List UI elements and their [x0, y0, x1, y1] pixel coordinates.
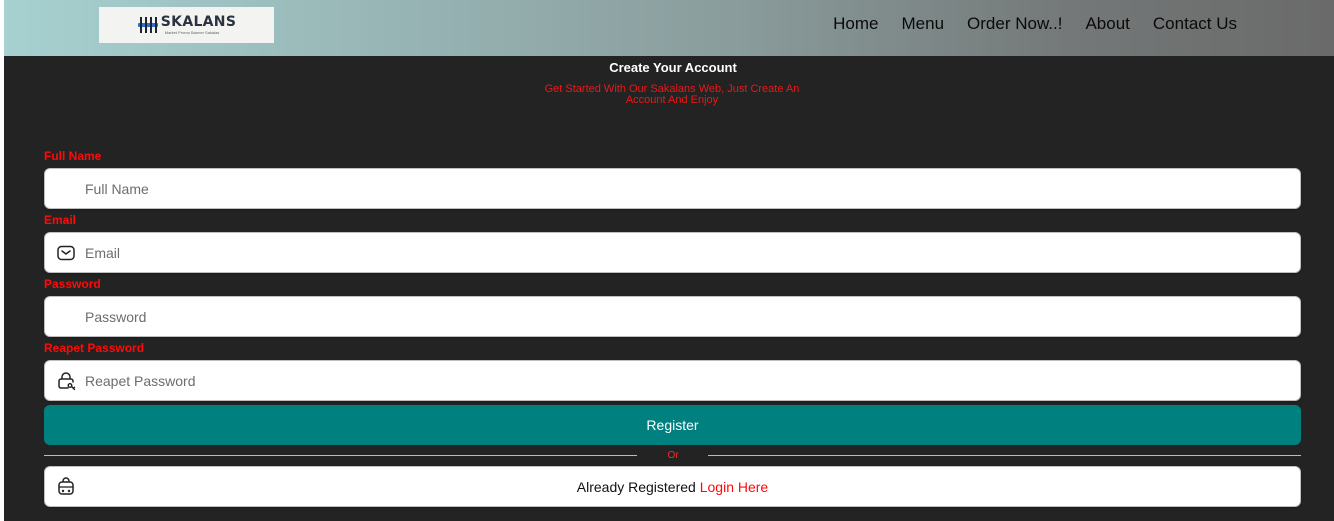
password-label: Password: [44, 277, 101, 291]
email-label: Email: [44, 213, 77, 227]
divider-line-left: [44, 455, 637, 456]
already-registered-text: Already Registered Login Here: [45, 479, 1300, 495]
register-button[interactable]: Register: [44, 405, 1301, 445]
email-input[interactable]: [85, 233, 1285, 272]
divider-line-right: [708, 455, 1301, 456]
login-box: Already Registered Login Here: [44, 466, 1301, 507]
page-title: Create Your Account: [609, 60, 737, 75]
mail-icon: [57, 245, 75, 261]
divider-or: Or: [667, 450, 679, 461]
nav-order-now[interactable]: Order Now..!: [967, 14, 1062, 34]
repeat-password-input[interactable]: [85, 361, 1285, 400]
cutlery-logo-icon: [137, 17, 158, 33]
brand-logo[interactable]: SKALANS Market Promo Banner Sakalas: [99, 7, 274, 43]
already-registered-prefix: Already Registered: [576, 479, 700, 495]
nav-home[interactable]: Home: [833, 14, 878, 34]
full-name-input[interactable]: [85, 169, 1285, 208]
full-name-field[interactable]: [44, 168, 1301, 209]
nav-contact-us[interactable]: Contact Us: [1153, 14, 1237, 34]
page-subtitle: Get Started With Our Sakalans Web, Just …: [544, 83, 800, 106]
lock-key-icon: [58, 372, 76, 391]
password-input[interactable]: [85, 297, 1285, 336]
repeat-password-label: Reapet Password: [44, 341, 145, 355]
nav-links: Home Menu Order Now..! About Contact Us: [810, 14, 1237, 34]
full-name-label: Full Name: [44, 149, 102, 163]
email-field[interactable]: [44, 232, 1301, 273]
navbar: SKALANS Market Promo Banner Sakalas Home…: [4, 0, 1334, 56]
brand-name: SKALANS: [160, 14, 237, 30]
login-here-link[interactable]: Login Here: [700, 479, 769, 495]
nav-about[interactable]: About: [1085, 14, 1129, 34]
password-field[interactable]: [44, 296, 1301, 337]
nav-menu[interactable]: Menu: [902, 14, 945, 34]
register-panel: Create Your Account Get Started With Our…: [4, 56, 1334, 521]
brand-tagline: Market Promo Banner Sakalas: [164, 30, 220, 35]
repeat-password-field[interactable]: [44, 360, 1301, 401]
